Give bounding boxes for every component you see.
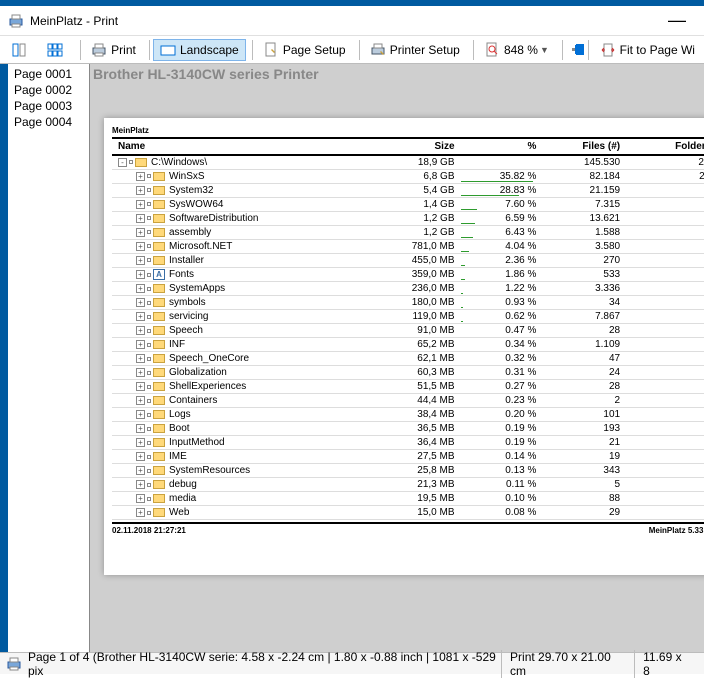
table-row: +Globalization60,3 MB0.31 %24715	[112, 366, 704, 380]
table-row: +symbols180,0 MB0.93 %34110	[112, 296, 704, 310]
table-row: +Installer455,0 MB2.36 %270257	[112, 254, 704, 268]
data-table: NameSize%Files (#)Folders (#)Number -C:\…	[112, 137, 704, 520]
table-row: +SystemResources25,8 MB0.13 %3437422	[112, 464, 704, 478]
zoom-dropdown[interactable]: 848 %▼	[477, 39, 556, 61]
printer-name-label: Brother HL-3140CW series Printer	[93, 66, 319, 82]
table-row: +assembly1,2 GB6.43 %1.58821015	[112, 226, 704, 240]
table-row: +ShellExperiences51,5 MB0.27 %28016	[112, 380, 704, 394]
table-row: +Speech_OneCore62,1 MB0.32 %47714	[112, 352, 704, 366]
preview-area[interactable]: Brother HL-3140CW series Printer MeinPla…	[90, 64, 704, 654]
fit-page-button[interactable]: Fit to Page Wi	[593, 39, 702, 61]
view-multi-button[interactable]	[40, 39, 74, 61]
table-row: +INF65,2 MB0.34 %1.10910813	[112, 338, 704, 352]
table-row: +SysWOW641,4 GB7.60 %7.3154263	[112, 198, 704, 212]
landscape-button[interactable]: Landscape	[153, 39, 246, 61]
table-row: +Boot36,5 MB0.19 %1938719	[112, 422, 704, 436]
table-row: +System325,4 GB28.83 %21.15913672	[112, 184, 704, 198]
toolbar: Print Landscape Page Setup Printer Setup…	[0, 36, 704, 64]
window-title: MeinPlatz - Print	[30, 14, 118, 28]
table-row: +Web15,0 MB0.08 %29825	[112, 506, 704, 520]
table-row: -C:\Windows\18,9 GB145.530283080	[112, 155, 704, 170]
table-row: +SoftwareDistribution1,2 GB6.59 %13.6213…	[112, 212, 704, 226]
page-paper: MeinPlatz NameSize%Files (#)Folders (#)N…	[104, 118, 704, 575]
table-row: +AFonts359,0 MB1.86 %53308	[112, 268, 704, 282]
page-setup-button[interactable]: Page Setup	[256, 39, 353, 61]
page-footer: 02.11.2018 21:27:21 MeinPlatz 5.33 / htt…	[112, 522, 704, 535]
column-header: %	[461, 138, 543, 155]
status-text: Page 1 of 4 (Brother HL-3140CW serie: 4.…	[28, 650, 501, 678]
status-bar: Page 1 of 4 (Brother HL-3140CW serie: 4.…	[0, 652, 704, 674]
minimize-button[interactable]: —	[658, 10, 696, 31]
printer-icon	[6, 656, 22, 672]
page-brand: MeinPlatz	[112, 126, 704, 135]
table-row: +Containers44,4 MB0.23 %2117	[112, 394, 704, 408]
table-row: +debug21,3 MB0.11 %5123	[112, 478, 704, 492]
app-icon	[8, 13, 24, 29]
column-header: Folders (#)	[626, 138, 704, 155]
column-header: Name	[112, 138, 368, 155]
printer-setup-button[interactable]: Printer Setup	[363, 39, 467, 61]
page-item[interactable]: Page 0004	[8, 114, 89, 130]
view-single-button[interactable]	[4, 39, 38, 61]
table-row: +Microsoft.NET781,0 MB4.04 %3.58014556	[112, 240, 704, 254]
column-header: Size	[368, 138, 460, 155]
status-inch-size: 11.69 x 8	[634, 650, 698, 678]
zoom-slider[interactable]	[572, 48, 578, 51]
page-item[interactable]: Page 0002	[8, 82, 89, 98]
table-row: +Logs38,4 MB0.20 %101718	[112, 408, 704, 422]
table-row: +media19,5 MB0.10 %88024	[112, 492, 704, 506]
column-header: Files (#)	[542, 138, 626, 155]
print-button[interactable]: Print	[84, 39, 143, 61]
table-row: +IME27,5 MB0.14 %191221	[112, 450, 704, 464]
table-row: +WinSxS6,8 GB35.82 %82.184218111	[112, 170, 704, 184]
page-item[interactable]: Page 0003	[8, 98, 89, 114]
page-item[interactable]: Page 0001	[8, 66, 89, 82]
table-row: +SystemApps236,0 MB1.22 %3.3364449	[112, 282, 704, 296]
table-row: +InputMethod36,4 MB0.19 %21220	[112, 436, 704, 450]
table-row: +Speech91,0 MB0.47 %281012	[112, 324, 704, 338]
table-row: +servicing119,0 MB0.62 %7.867911	[112, 310, 704, 324]
page-list[interactable]: Page 0001 Page 0002 Page 0003 Page 0004	[8, 64, 90, 654]
status-print-size: Print 29.70 x 21.00 cm	[501, 650, 634, 678]
titlebar: MeinPlatz - Print —	[0, 6, 704, 36]
